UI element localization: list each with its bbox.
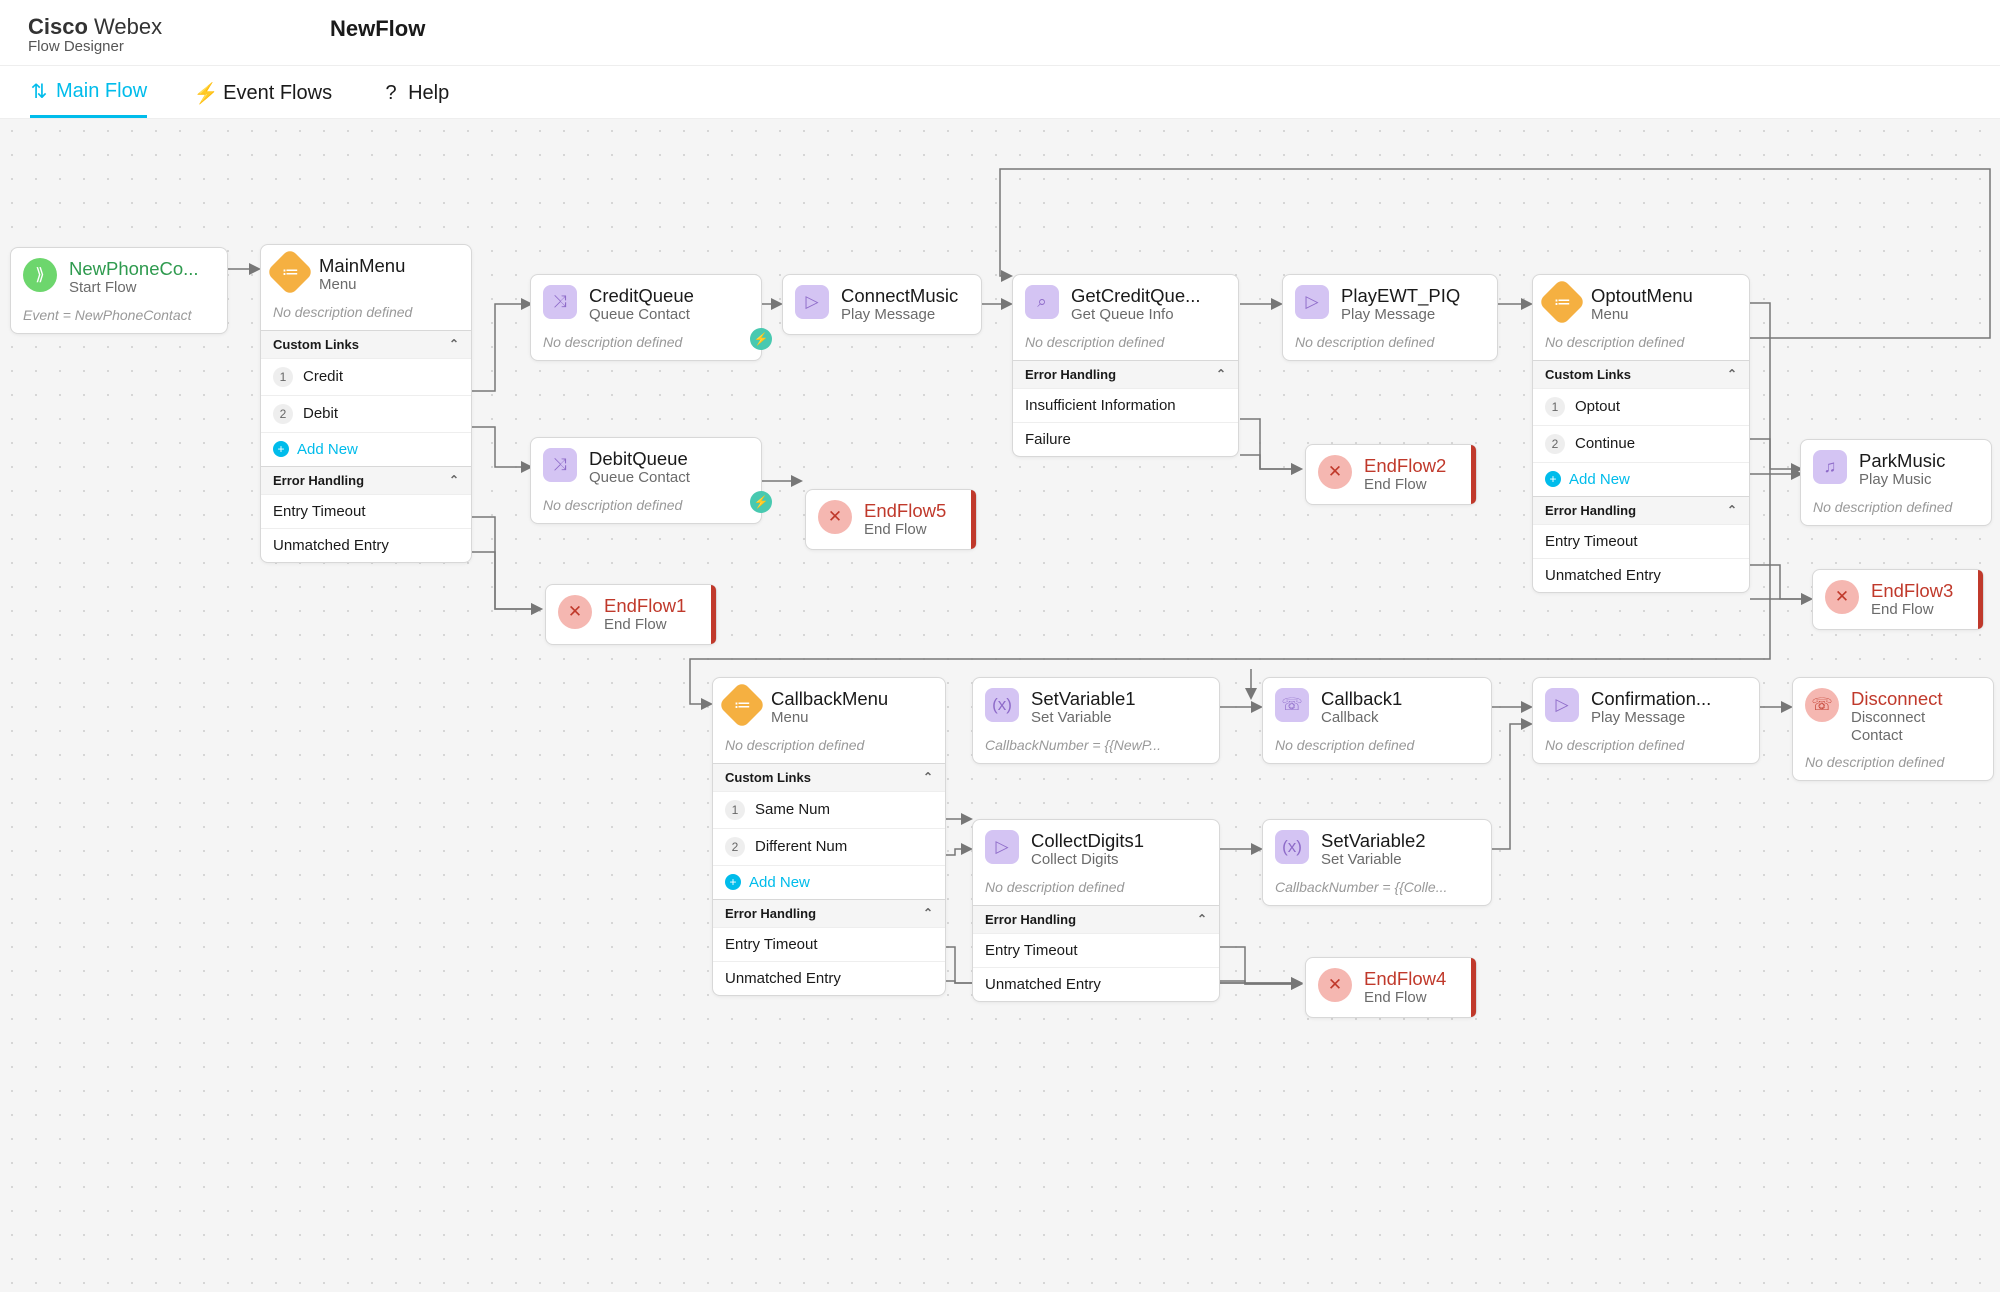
phone-icon: ☏ — [1805, 688, 1839, 722]
play-icon: ▷ — [985, 830, 1019, 864]
topbar: Cisco Webex Flow Designer NewFlow — [0, 0, 2000, 66]
entry-timeout[interactable]: Entry Timeout — [261, 494, 471, 528]
close-icon: ✕ — [558, 595, 592, 629]
flow-icon: ⇅ — [30, 83, 48, 101]
node-debit-queue[interactable]: ⤨ DebitQueueQueue Contact No description… — [530, 437, 762, 524]
brand-sub: Flow Designer — [28, 38, 1972, 55]
close-icon: ✕ — [1318, 455, 1352, 489]
node-confirmation[interactable]: ▷ Confirmation...Play Message No descrip… — [1532, 677, 1760, 764]
node-get-credit-queue[interactable]: ⌕ GetCreditQue...Get Queue Info No descr… — [1012, 274, 1239, 457]
node-main-menu[interactable]: ≔ MainMenuMenu No description defined Cu… — [260, 244, 472, 563]
help-icon: ? — [382, 84, 400, 102]
play-icon: ▷ — [795, 285, 829, 319]
tab-event-flows[interactable]: ⚡Event Flows — [197, 80, 332, 118]
variable-icon: (x) — [985, 688, 1019, 722]
canvas[interactable]: ⟫ NewPhoneCo...Start Flow Event = NewPho… — [0, 119, 2000, 1292]
node-endflow2[interactable]: ✕ EndFlow2End Flow — [1305, 444, 1477, 505]
node-endflow5[interactable]: ✕ EndFlow5End Flow — [805, 489, 977, 550]
bolt-icon: ⚡ — [750, 328, 772, 350]
close-icon: ✕ — [818, 500, 852, 534]
search-icon: ⌕ — [1025, 285, 1059, 319]
start-event: Event = NewPhoneContact — [11, 307, 227, 333]
node-start[interactable]: ⟫ NewPhoneCo...Start Flow Event = NewPho… — [10, 247, 228, 334]
node-optout-menu[interactable]: ≔ OptoutMenuMenu No description defined … — [1532, 274, 1750, 593]
chevron-up-icon: ⌃ — [449, 337, 459, 351]
node-endflow1[interactable]: ✕ EndFlow1End Flow — [545, 584, 717, 645]
option-same-num[interactable]: 1Same Num — [713, 791, 945, 828]
phone-icon: ☏ — [1275, 688, 1309, 722]
option-continue[interactable]: 2Continue — [1533, 425, 1749, 462]
unmatched-entry[interactable]: Unmatched Entry — [261, 528, 471, 562]
menu-icon: ≔ — [266, 248, 314, 296]
add-new[interactable]: +Add New — [261, 432, 471, 466]
node-play-ewt[interactable]: ▷ PlayEWT_PIQPlay Message No description… — [1282, 274, 1498, 361]
add-new[interactable]: +Add New — [1533, 462, 1749, 496]
insufficient-info[interactable]: Insufficient Information — [1013, 388, 1238, 422]
node-credit-queue[interactable]: ⤨ CreditQueueQueue Contact No descriptio… — [530, 274, 762, 361]
node-setvar2[interactable]: (x) SetVariable2Set Variable CallbackNum… — [1262, 819, 1492, 906]
play-icon: ▷ — [1295, 285, 1329, 319]
add-new[interactable]: +Add New — [713, 865, 945, 899]
node-endflow3[interactable]: ✕ EndFlow3End Flow — [1812, 569, 1984, 630]
node-endflow4[interactable]: ✕ EndFlow4End Flow — [1305, 957, 1477, 1018]
shuffle-icon: ⤨ — [543, 285, 577, 319]
node-callback1[interactable]: ☏ Callback1Callback No description defin… — [1262, 677, 1492, 764]
node-park-music[interactable]: ♫ ParkMusicPlay Music No description def… — [1800, 439, 1992, 526]
failure[interactable]: Failure — [1013, 422, 1238, 456]
menu-icon: ≔ — [1538, 278, 1586, 326]
option-credit[interactable]: 1Credit — [261, 358, 471, 395]
brand-cisco: Cisco — [28, 14, 88, 39]
bolt-icon: ⚡ — [197, 84, 215, 102]
brand-webex: Webex — [94, 14, 162, 39]
music-icon: ♫ — [1813, 450, 1847, 484]
close-icon: ✕ — [1825, 580, 1859, 614]
bolt-icon: ⚡ — [750, 491, 772, 513]
shuffle-icon: ⤨ — [543, 448, 577, 482]
node-connect-music[interactable]: ▷ ConnectMusicPlay Message — [782, 274, 982, 335]
close-icon: ✕ — [1318, 968, 1352, 1002]
play-icon: ▷ — [1545, 688, 1579, 722]
tab-main-flow[interactable]: ⇅Main Flow — [30, 80, 147, 118]
node-callback-menu[interactable]: ≔ CallbackMenuMenu No description define… — [712, 677, 946, 996]
option-optout[interactable]: 1Optout — [1533, 388, 1749, 425]
tabs: ⇅Main Flow ⚡Event Flows ?Help — [0, 66, 2000, 119]
start-icon: ⟫ — [23, 258, 57, 292]
option-diff-num[interactable]: 2Different Num — [713, 828, 945, 865]
node-disconnect[interactable]: ☏ DisconnectDisconnect Contact No descri… — [1792, 677, 1994, 781]
flow-title: NewFlow — [330, 16, 425, 42]
tab-help[interactable]: ?Help — [382, 80, 449, 118]
node-collect-digits[interactable]: ▷ CollectDigits1Collect Digits No descri… — [972, 819, 1220, 1002]
option-debit[interactable]: 2Debit — [261, 395, 471, 432]
menu-icon: ≔ — [718, 681, 766, 729]
node-setvar1[interactable]: (x) SetVariable1Set Variable CallbackNum… — [972, 677, 1220, 764]
variable-icon: (x) — [1275, 830, 1309, 864]
